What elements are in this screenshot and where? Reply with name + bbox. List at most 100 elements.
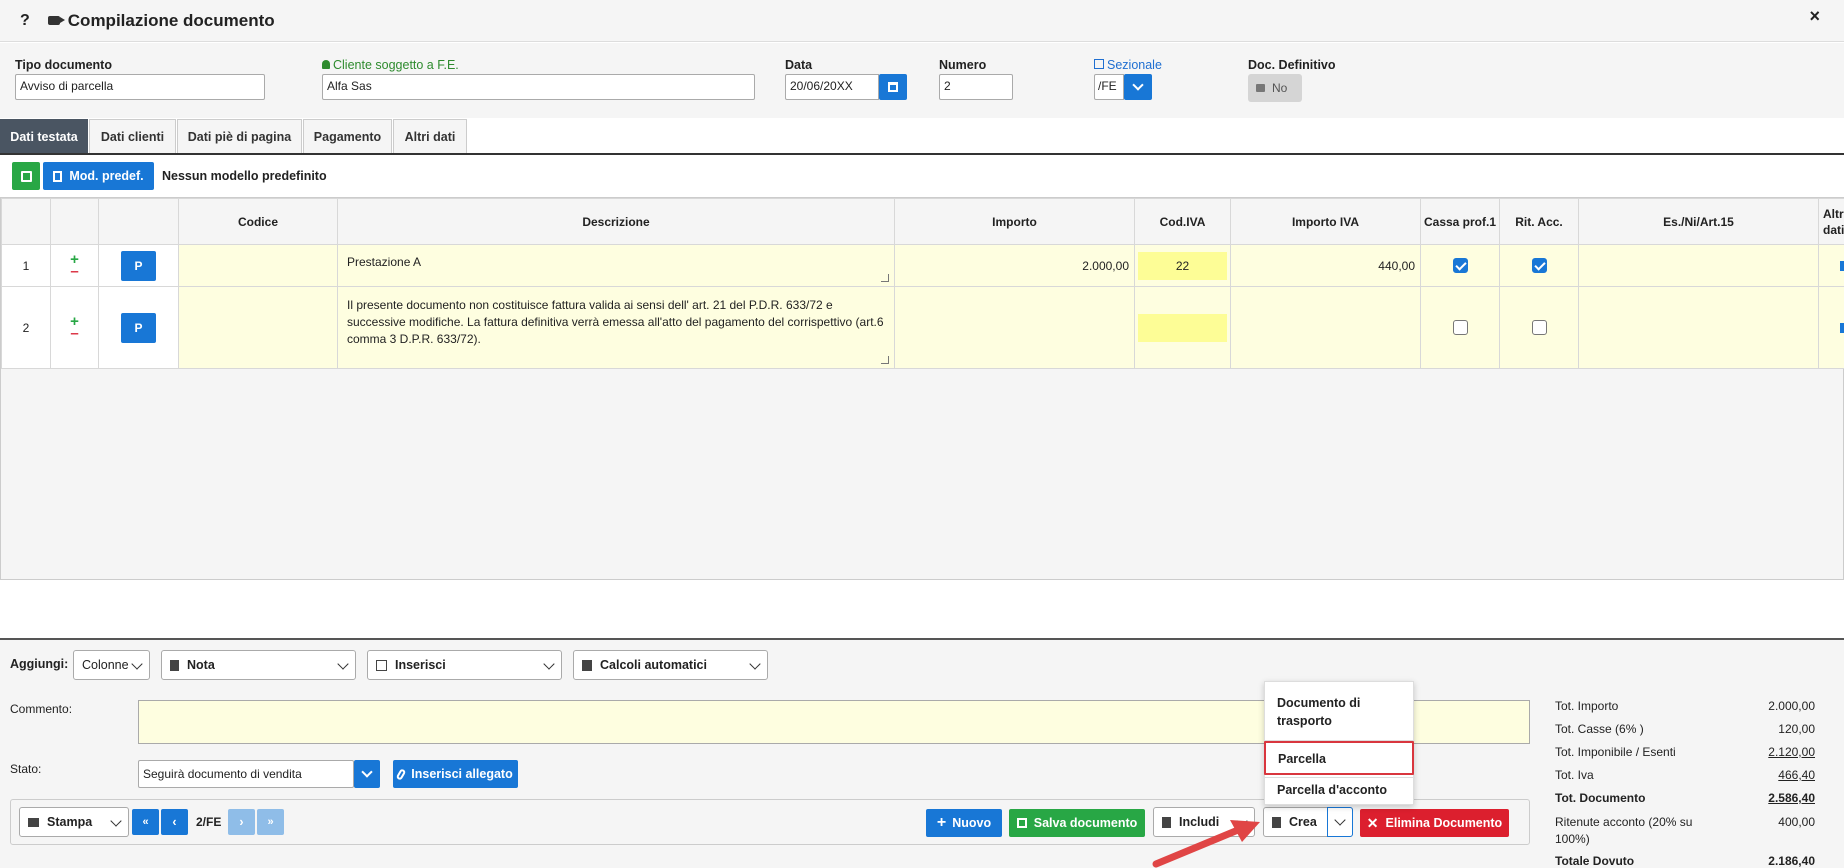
p-button[interactable]: P bbox=[121, 312, 156, 343]
stato-select[interactable]: Seguirà documento di vendita bbox=[138, 760, 380, 788]
header-cassa[interactable]: Cassa prof.1 bbox=[1420, 198, 1500, 245]
descrizione-text: Il presente documento non costituisce fa… bbox=[347, 298, 884, 346]
p-button[interactable]: P bbox=[121, 250, 156, 281]
remove-row-icon[interactable]: – bbox=[51, 326, 98, 341]
resize-grip-icon[interactable] bbox=[881, 274, 889, 282]
descrizione-cell[interactable]: Prestazione A bbox=[337, 244, 895, 287]
mod-predef-button[interactable]: Mod. predef. bbox=[43, 162, 154, 190]
header-altri[interactable]: Altri dati bbox=[1818, 198, 1844, 245]
stato-dropdown-button[interactable] bbox=[354, 760, 380, 788]
codiva-cell[interactable] bbox=[1134, 286, 1231, 369]
total-value-link[interactable]: 466,40 bbox=[1778, 768, 1815, 782]
tipo-documento-input[interactable]: Avviso di parcella bbox=[15, 74, 265, 100]
sezionale-input[interactable]: /FE bbox=[1094, 74, 1124, 100]
codice-cell[interactable] bbox=[178, 244, 338, 287]
header-importo-iva[interactable]: Importo IVA bbox=[1230, 198, 1421, 245]
codiva-cell[interactable]: 22 bbox=[1134, 244, 1231, 287]
calcoli-select[interactable]: Calcoli automatici bbox=[573, 650, 768, 680]
total-label: Ritenute acconto (20% su 100%) bbox=[1555, 815, 1693, 846]
descrizione-cell[interactable]: Il presente documento non costituisce fa… bbox=[337, 286, 895, 369]
salva-documento-button[interactable]: Salva documento bbox=[1009, 809, 1145, 837]
sezionale-dropdown-button[interactable] bbox=[1124, 74, 1152, 100]
next-page-button[interactable]: › bbox=[228, 809, 255, 835]
codiva-value[interactable]: 22 bbox=[1138, 251, 1227, 280]
importo-cell[interactable]: 2.000,00 bbox=[894, 244, 1135, 287]
header-rownum bbox=[1, 198, 51, 245]
stampa-select[interactable]: Stampa bbox=[19, 807, 129, 837]
edit-icon bbox=[376, 659, 387, 671]
sezionale-field: Sezionale /FE bbox=[1094, 58, 1162, 100]
tab-pagamento[interactable]: Pagamento bbox=[303, 119, 392, 153]
elimina-documento-button[interactable]: ✕ Elimina Documento bbox=[1360, 809, 1509, 837]
data-input[interactable]: 20/06/20XX bbox=[785, 74, 879, 100]
document-icon[interactable] bbox=[1840, 322, 1844, 333]
numero-input[interactable]: 2 bbox=[939, 74, 1013, 100]
video-camera-icon bbox=[47, 16, 65, 25]
nota-select[interactable]: Nota bbox=[161, 650, 356, 680]
tab-dati-pie-pagina[interactable]: Dati piè di pagina bbox=[177, 119, 302, 153]
codiva-value[interactable] bbox=[1138, 313, 1227, 342]
dropdown-item-parcella-acconto[interactable]: Parcella d'acconto bbox=[1265, 783, 1415, 797]
user-icon bbox=[322, 60, 330, 69]
tab-dati-clienti[interactable]: Dati clienti bbox=[89, 119, 176, 153]
chevron-right-icon: › bbox=[239, 815, 244, 829]
sezionale-label[interactable]: Sezionale bbox=[1094, 58, 1162, 74]
first-page-button[interactable]: « bbox=[132, 809, 159, 835]
cliente-input[interactable]: Alfa Sas bbox=[322, 74, 755, 100]
chevron-left-icon: ‹ bbox=[172, 815, 177, 829]
codice-cell[interactable] bbox=[178, 286, 338, 369]
es-cell[interactable] bbox=[1578, 244, 1819, 287]
tab-dati-testata[interactable]: Dati testata bbox=[0, 119, 88, 153]
lines-table: Codice Descrizione Importo Cod.IVA Impor… bbox=[1, 198, 1844, 369]
total-value-link[interactable]: 2.586,40 bbox=[1768, 791, 1815, 805]
header-codice[interactable]: Codice bbox=[178, 198, 338, 245]
header-importo[interactable]: Importo bbox=[894, 198, 1135, 245]
tipo-documento-label: Tipo documento bbox=[15, 58, 112, 72]
cliente-label[interactable]: Cliente soggetto a F.E. bbox=[322, 58, 755, 74]
resize-grip-icon[interactable] bbox=[881, 356, 889, 364]
sezionale-label-text: Sezionale bbox=[1107, 58, 1162, 72]
close-icon[interactable]: × bbox=[1809, 6, 1820, 27]
stato-value[interactable]: Seguirà documento di vendita bbox=[138, 760, 354, 788]
window-titlebar: ? Compilazione documento × bbox=[0, 0, 1844, 42]
remove-row-icon[interactable]: – bbox=[51, 264, 98, 279]
importo-cell[interactable] bbox=[894, 286, 1135, 369]
dropdown-item-documento-trasporto[interactable]: Documento di trasporto bbox=[1265, 694, 1395, 730]
cassa-checkbox[interactable] bbox=[1452, 320, 1468, 335]
calendar-icon bbox=[888, 82, 898, 92]
table-header-row: Codice Descrizione Importo Cod.IVA Impor… bbox=[1, 198, 1844, 245]
calendar-button[interactable] bbox=[879, 74, 907, 100]
double-chevron-right-icon: » bbox=[267, 816, 274, 828]
dropdown-item-parcella[interactable]: Parcella bbox=[1264, 741, 1414, 775]
chevron-down-icon bbox=[131, 658, 143, 670]
total-value-link[interactable]: 2.120,00 bbox=[1768, 745, 1815, 759]
inserisci-allegato-button[interactable]: Inserisci allegato bbox=[393, 760, 518, 788]
save-model-button[interactable] bbox=[12, 162, 40, 190]
edit-icon bbox=[1094, 59, 1104, 69]
header-descrizione[interactable]: Descrizione bbox=[337, 198, 895, 245]
document-icon[interactable] bbox=[1840, 260, 1844, 271]
nuovo-button[interactable]: + Nuovo bbox=[926, 809, 1002, 837]
doc-definitivo-label: Doc. Definitivo bbox=[1248, 58, 1336, 72]
help-icon[interactable]: ? bbox=[20, 12, 30, 30]
numero-field: Numero 2 bbox=[939, 58, 1013, 100]
colonne-select[interactable]: Colonne bbox=[73, 650, 150, 680]
rit-checkbox[interactable] bbox=[1531, 258, 1547, 273]
cassa-checkbox[interactable] bbox=[1452, 258, 1468, 273]
header-es[interactable]: Es./Ni/Art.15 bbox=[1578, 198, 1819, 245]
prev-page-button[interactable]: ‹ bbox=[161, 809, 188, 835]
inserisci-select[interactable]: Inserisci bbox=[367, 650, 562, 680]
header-p bbox=[98, 198, 179, 245]
es-cell[interactable] bbox=[1578, 286, 1819, 369]
header-rit[interactable]: Rit. Acc. bbox=[1499, 198, 1579, 245]
row-p-cell: P bbox=[98, 244, 179, 287]
last-page-button[interactable]: » bbox=[257, 809, 284, 835]
tab-altri-dati[interactable]: Altri dati bbox=[393, 119, 467, 153]
crea-dropdown-toggle[interactable] bbox=[1327, 807, 1353, 837]
doc-definitivo-toggle[interactable]: No bbox=[1248, 74, 1302, 102]
lock-icon bbox=[1256, 84, 1265, 92]
header-codiva[interactable]: Cod.IVA bbox=[1134, 198, 1231, 245]
tipo-documento-field: Tipo documento Avviso di parcella bbox=[15, 58, 265, 100]
rit-checkbox[interactable] bbox=[1531, 320, 1547, 335]
data-field: Data 20/06/20XX bbox=[785, 58, 907, 100]
